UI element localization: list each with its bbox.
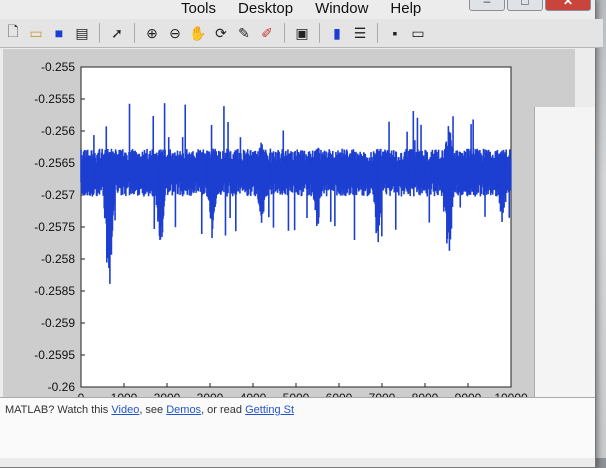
figure-window: – □ ✕ Tools Desktop Window Help 🗋 ▭ ■ ▤ …	[0, 0, 603, 468]
zoom-out-icon[interactable]: ⊖	[165, 23, 185, 43]
y-tick-label: -0.26	[48, 380, 76, 394]
command-text: , see	[139, 404, 167, 416]
menu-window[interactable]: Window	[315, 0, 368, 17]
open-folder-icon[interactable]: ▭	[26, 23, 46, 43]
y-tick-label: -0.257	[41, 188, 75, 202]
toolbar-separator	[284, 23, 285, 43]
link-icon[interactable]: ▣	[292, 23, 312, 43]
print-icon[interactable]: ▤	[72, 23, 92, 43]
show-tools-icon[interactable]: ▭	[408, 23, 428, 43]
demos-link[interactable]: Demos	[166, 404, 201, 416]
y-tick-label: -0.255	[41, 60, 75, 74]
data-cursor-icon[interactable]: ✎	[234, 23, 254, 43]
toolbar-separator	[134, 23, 135, 43]
new-file-icon[interactable]: 🗋	[3, 23, 23, 43]
brush-icon[interactable]: ✐	[257, 23, 277, 43]
command-text: MATLAB? Watch this	[5, 404, 112, 416]
zoom-in-icon[interactable]: ⊕	[142, 23, 162, 43]
menu-tools[interactable]: Tools	[181, 0, 216, 17]
command-window: MATLAB? Watch this Video, see Demos, or …	[0, 397, 595, 458]
figure-canvas: -0.255 -0.2555 -0.256 -0.2565 -0.257 -0.2575 -…	[3, 49, 575, 445]
plot-svg: -0.255 -0.2555 -0.256 -0.2565 -0.257 -0.2575 -…	[34, 60, 528, 405]
menu-desktop[interactable]: Desktop	[238, 0, 293, 17]
y-tick-label: -0.2555	[34, 92, 75, 106]
figure-toolbar: 🗋 ▭ ■ ▤ ➚ ⊕ ⊖ ✋ ⟳ ✎ ✐ ▣ ▮ ☰ ▪ ▭	[0, 19, 603, 48]
y-tick-label: -0.2575	[34, 220, 75, 234]
pan-icon[interactable]: ✋	[188, 23, 208, 43]
toolbar-separator	[377, 23, 378, 43]
menu-bar: Tools Desktop Window Help	[0, 0, 606, 19]
y-tick-label: -0.2565	[34, 156, 75, 170]
toolbar-separator	[319, 23, 320, 43]
colorbar-icon[interactable]: ▮	[327, 23, 347, 43]
save-icon[interactable]: ■	[49, 23, 69, 43]
rotate-icon[interactable]: ⟳	[211, 23, 231, 43]
legend-icon[interactable]: ☰	[350, 23, 370, 43]
y-tick-label: -0.259	[41, 316, 75, 330]
command-text: , or read	[201, 404, 246, 416]
y-tick-label: -0.258	[41, 252, 75, 266]
video-link[interactable]: Video	[111, 404, 139, 416]
pointer-icon[interactable]: ➚	[107, 23, 127, 43]
menu-help[interactable]: Help	[390, 0, 421, 17]
toolbar-separator	[99, 23, 100, 43]
y-tick-label: -0.256	[41, 124, 75, 138]
hide-tools-icon[interactable]: ▪	[385, 23, 405, 43]
y-axis: -0.255 -0.2555 -0.256 -0.2565 -0.257 -0.2575 -…	[34, 60, 85, 394]
getting-started-link[interactable]: Getting St	[245, 404, 294, 416]
y-tick-label: -0.2585	[34, 284, 75, 298]
y-tick-label: -0.2595	[34, 348, 75, 362]
